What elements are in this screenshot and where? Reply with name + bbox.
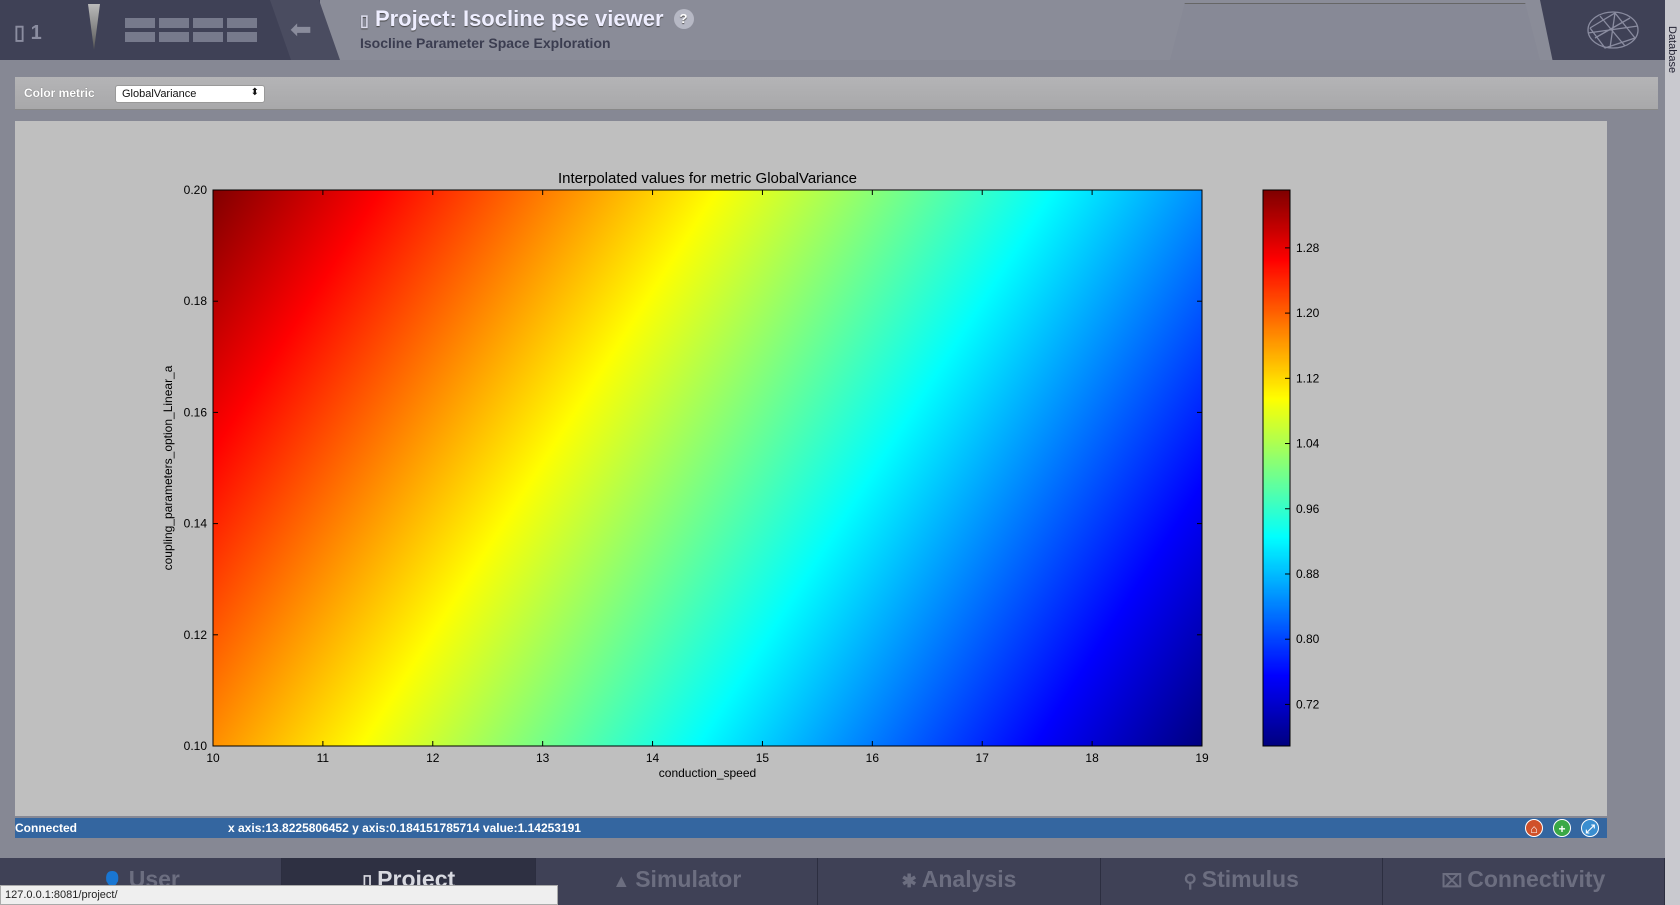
select-arrows-icon: ⬍ (250, 87, 259, 98)
document-icon: ▯ (360, 13, 369, 30)
colorbar-frame (1262, 189, 1291, 747)
x-tick-label: 17 (976, 751, 990, 765)
color-metric-select[interactable]: GlobalVariance ⬍ (115, 85, 265, 103)
header: ▯ 1 ⬅ ▯ Project: Isocline pse viewer? Is… (0, 0, 1665, 60)
zoom-reset-icon[interactable]: ⤢ (1581, 819, 1599, 837)
status-bar: Connected x axis:13.8225806452 y axis:0.… (15, 818, 1607, 838)
colorbar-tick-label: 1.12 (1296, 371, 1320, 385)
database-side-tab[interactable]: Database (1665, 0, 1680, 905)
nav-tab-label: Simulator (635, 866, 742, 892)
color-metric-value: GlobalVariance (122, 88, 197, 100)
nav-tab-label: Stimulus (1201, 866, 1299, 892)
x-tick-label: 11 (317, 751, 330, 765)
toolbar: Color metric GlobalVariance ⬍ (15, 77, 1658, 110)
chart-panel: Interpolated values for metric GlobalVar… (15, 121, 1607, 816)
menu-grid-icon[interactable] (125, 18, 257, 42)
x-tick-label: 13 (536, 751, 550, 765)
plot-frame (212, 189, 1203, 747)
zoom-in-icon[interactable]: + (1553, 819, 1571, 837)
y-tick-label: 0.18 (184, 294, 208, 308)
x-tick-label: 19 (1195, 751, 1209, 765)
x-tick-label: 16 (866, 751, 880, 765)
colorbar-tick-label: 1.04 (1296, 437, 1320, 451)
nav-tab-label: Connectivity (1467, 866, 1606, 892)
colorbar-tick-label: 1.20 (1296, 306, 1320, 320)
chart-svg: Interpolated values for metric GlobalVar… (161, 170, 1320, 780)
colorbar-tick-label: 0.80 (1296, 632, 1320, 646)
y-tick-label: 0.14 (184, 517, 208, 531)
x-axis-label: conduction_speed (659, 766, 756, 780)
cursor-readout: x axis:13.8225806452 y axis:0.1841517857… (228, 821, 581, 835)
pin-icon: ⚲ (1183, 871, 1202, 891)
url-tooltip: 127.0.0.1:8081/project/ (0, 885, 558, 905)
y-axis-label: coupling_parameters_option_Linear_a (161, 365, 175, 570)
nav-tab-simulator[interactable]: ▲ Simulator (536, 858, 819, 905)
help-icon[interactable]: ? (673, 9, 694, 29)
back-arrow-icon[interactable]: ⬅ (290, 14, 312, 45)
brain-logo-icon[interactable] (1585, 8, 1641, 52)
nav-tab-stimulus[interactable]: ⚲ Stimulus (1101, 858, 1383, 905)
x-tick-label: 10 (206, 751, 220, 765)
chart-title: Interpolated values for metric GlobalVar… (558, 170, 857, 187)
nav-tab-connectivity[interactable]: ⌧ Connectivity (1383, 858, 1665, 905)
header-right-tab (1170, 3, 1540, 60)
simulator-icon: ▲ (612, 871, 636, 891)
nav-tab-analysis[interactable]: ✱ Analysis (818, 858, 1101, 905)
y-tick-label: 0.10 (184, 739, 208, 753)
x-tick-label: 18 (1085, 751, 1099, 765)
home-icon[interactable]: ⌂ (1525, 819, 1543, 837)
y-tick-label: 0.20 (184, 183, 208, 197)
nav-tab-label: Analysis (921, 866, 1017, 892)
database-tab-label: Database (1666, 26, 1678, 74)
page-title: Project: Isocline pse viewer (374, 6, 664, 31)
colorbar-tick-label: 0.72 (1296, 697, 1320, 711)
y-tick-label: 0.16 (184, 405, 208, 419)
x-tick-label: 15 (756, 751, 770, 765)
page-subtitle: Isocline Parameter Space Exploration (360, 35, 611, 51)
colorbar-tick-label: 0.88 (1296, 567, 1320, 581)
x-tick-label: 14 (646, 751, 660, 765)
gear-icon: ✱ (901, 871, 922, 891)
project-count: 1 (30, 22, 42, 44)
project-count-badge[interactable]: ▯ 1 (14, 20, 42, 45)
color-metric-label: Color metric (24, 86, 95, 100)
x-tick-label: 12 (426, 751, 440, 765)
y-tick-label: 0.12 (184, 628, 208, 642)
colorbar-tick-label: 1.28 (1296, 241, 1320, 255)
connection-status: Connected (15, 821, 78, 835)
colorbar-tick-label: 0.96 (1296, 502, 1320, 516)
connectivity-icon: ⌧ (1441, 871, 1468, 891)
